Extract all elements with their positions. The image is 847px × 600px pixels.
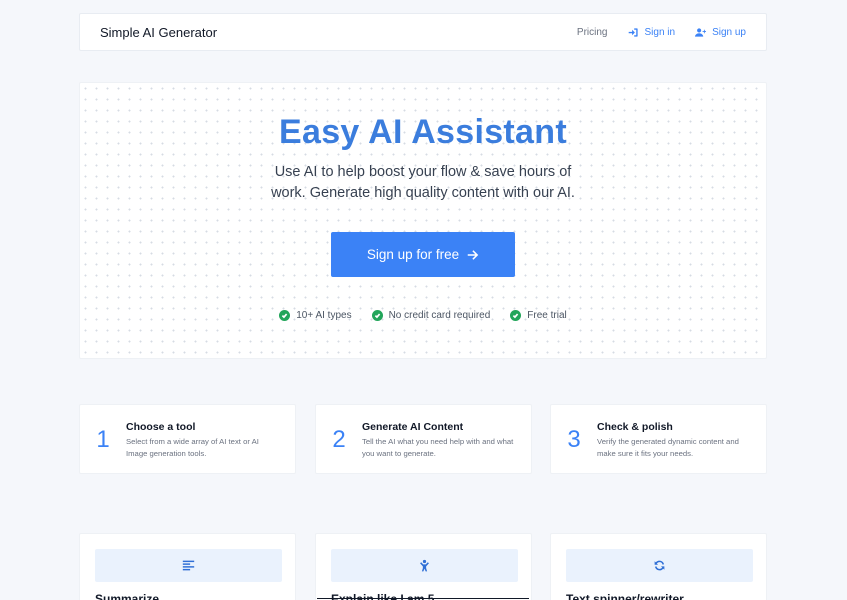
- step-text: Check & polish Verify the generated dyna…: [597, 421, 752, 460]
- tool-icon-box: [566, 549, 753, 582]
- cta-label: Sign up for free: [366, 247, 460, 262]
- step-number: 1: [96, 426, 110, 453]
- navbar: Simple AI Generator Pricing Sign in Sign…: [79, 13, 767, 51]
- page: Simple AI Generator Pricing Sign in Sign…: [0, 0, 847, 600]
- tool-card-spinner[interactable]: Text spinner/rewriter: [550, 533, 767, 600]
- step-card: 2 Generate AI Content Tell the AI what y…: [315, 404, 532, 474]
- child-icon: [420, 559, 429, 572]
- user-plus-icon: [695, 27, 707, 37]
- sign-in-label: Sign in: [644, 26, 676, 38]
- step-text: Generate AI Content Tell the AI what you…: [362, 421, 517, 460]
- step-card: 3 Check & polish Verify the generated dy…: [550, 404, 767, 474]
- arrow-right-icon: [467, 249, 479, 260]
- step-title: Choose a tool: [126, 421, 196, 433]
- sign-up-free-button[interactable]: Sign up for free: [331, 232, 515, 277]
- hero-section: Easy AI Assistant Use AI to help boost y…: [79, 82, 767, 359]
- step-number: 3: [567, 426, 581, 453]
- step-text: Choose a tool Select from a wide array o…: [126, 421, 281, 460]
- step-title: Check & polish: [597, 421, 673, 433]
- feature-item: No credit card required: [371, 310, 491, 321]
- feature-label: 10+ AI types: [296, 310, 352, 321]
- pricing-link[interactable]: Pricing: [577, 27, 608, 38]
- sync-icon: [654, 560, 665, 571]
- tools-section: Summarize Explain like I am 5 Text spinn…: [79, 533, 767, 600]
- sign-up-link[interactable]: Sign up: [695, 27, 746, 38]
- check-circle-icon: [279, 310, 291, 321]
- divider-line: [317, 598, 529, 599]
- hero-subtitle: Use AI to help boost your flow & save ho…: [271, 164, 575, 201]
- tool-card-summarize[interactable]: Summarize: [79, 533, 296, 600]
- tool-title: Summarize: [95, 592, 160, 600]
- feature-list: 10+ AI types No credit card required Fre…: [80, 310, 766, 321]
- steps-section: 1 Choose a tool Select from a wide array…: [79, 404, 767, 474]
- step-description: Tell the AI what you need help with and …: [362, 437, 514, 458]
- brand-name[interactable]: Simple AI Generator: [100, 25, 217, 40]
- feature-item: Free trial: [510, 310, 567, 321]
- step-card: 1 Choose a tool Select from a wide array…: [79, 404, 296, 474]
- tool-title: Text spinner/rewriter: [566, 592, 684, 600]
- tool-icon-box: [95, 549, 282, 582]
- tool-card-explain[interactable]: Explain like I am 5: [315, 533, 532, 600]
- step-title: Generate AI Content: [362, 421, 464, 433]
- hero-title: Easy AI Assistant: [279, 113, 567, 151]
- sign-up-label: Sign up: [712, 26, 746, 38]
- check-circle-icon: [510, 310, 522, 321]
- feature-label: Free trial: [527, 310, 567, 321]
- align-left-icon: [182, 560, 195, 571]
- sign-in-link[interactable]: Sign in: [628, 26, 676, 38]
- step-description: Select from a wide array of AI text or A…: [126, 437, 259, 458]
- sign-in-icon: [628, 27, 638, 37]
- step-number: 2: [332, 426, 346, 453]
- feature-item: 10+ AI types: [279, 310, 352, 321]
- tool-icon-box: [331, 549, 518, 582]
- nav-links: Pricing Sign in Sign up: [577, 27, 746, 38]
- step-description: Verify the generated dynamic content and…: [597, 437, 739, 458]
- feature-label: No credit card required: [388, 310, 491, 321]
- check-circle-icon: [371, 310, 383, 321]
